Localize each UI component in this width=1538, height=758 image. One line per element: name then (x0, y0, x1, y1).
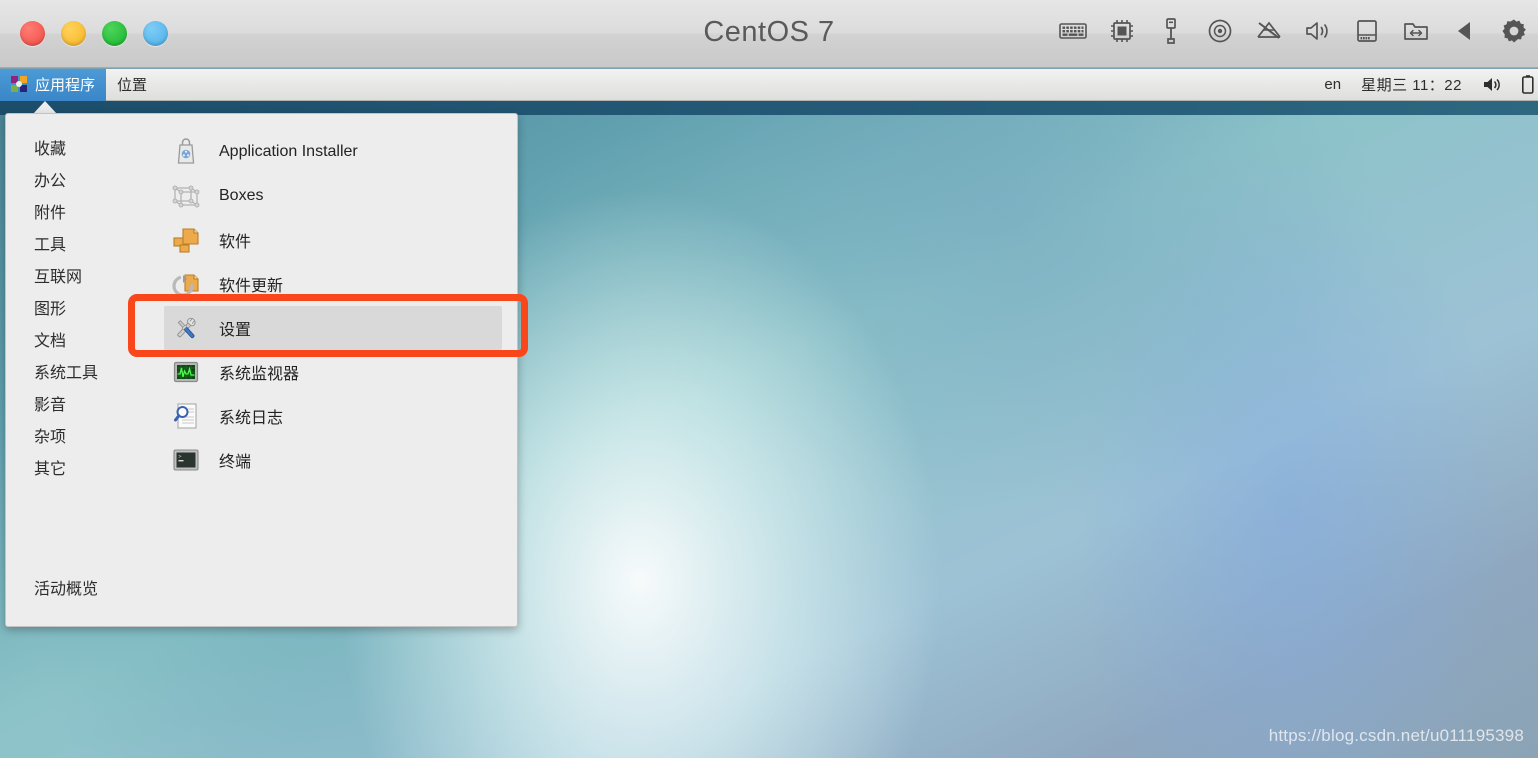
category-list: 收藏 办公 附件 工具 互联网 图形 文档 系统工具 影音 杂项 其它 活动概览 (6, 114, 161, 626)
category-item[interactable]: 杂项 (6, 422, 161, 454)
category-item[interactable]: 收藏 (6, 134, 161, 166)
usb-icon[interactable] (1155, 14, 1187, 48)
keyboard-layout-indicator[interactable]: en (1324, 76, 1341, 93)
hard-drive-icon[interactable] (1351, 14, 1383, 48)
volume-icon[interactable] (1482, 76, 1502, 93)
app-item-software[interactable]: 软件 (164, 218, 502, 262)
app-label: 软件 (219, 234, 252, 251)
software-update-icon (170, 268, 202, 300)
app-label: 软件更新 (219, 278, 284, 295)
vm-window: CentOS 7 应用程序 位置 en 星期三 11：22 https://bl… (0, 0, 1538, 758)
sound-icon[interactable] (1302, 14, 1334, 48)
svg-text:>: > (179, 454, 182, 460)
category-item[interactable]: 工具 (6, 230, 161, 262)
vm-title-bar: CentOS 7 (0, 0, 1538, 68)
clock[interactable]: 星期三 11：22 (1361, 74, 1462, 95)
places-menu-button[interactable]: 位置 (106, 69, 158, 101)
system-monitor-icon (170, 356, 202, 388)
app-label: 系统日志 (219, 410, 284, 427)
battery-icon[interactable] (1522, 75, 1534, 94)
app-label: Boxes (219, 187, 264, 204)
keyboard-icon[interactable] (1057, 14, 1089, 48)
applications-menu-label: 应用程序 (35, 77, 96, 94)
application-installer-icon (170, 136, 202, 168)
back-arrow-icon[interactable] (1449, 14, 1481, 48)
software-icon (170, 224, 202, 256)
category-spacer (6, 486, 161, 574)
settings-gear-icon[interactable] (1498, 14, 1530, 48)
settings-tools-icon (170, 312, 202, 344)
app-label: 系统监视器 (219, 366, 300, 383)
watermark: https://blog.csdn.net/u011195398 (1268, 726, 1524, 745)
app-label: 终端 (219, 454, 252, 471)
centos-logo-icon (11, 76, 28, 93)
app-item-application-installer[interactable]: Application Installer (164, 130, 502, 174)
panel-status-area: en 星期三 11：22 (1324, 74, 1538, 95)
shared-folder-icon[interactable] (1400, 14, 1432, 48)
applications-menu: 收藏 办公 附件 工具 互联网 图形 文档 系统工具 影音 杂项 其它 活动概览… (5, 113, 518, 627)
app-item-terminal[interactable]: > 终端 (164, 438, 502, 482)
applications-menu-button[interactable]: 应用程序 (0, 68, 107, 101)
application-list: Application Installer Boxes 软件 软件更新 设置 系… (161, 114, 517, 626)
processor-icon[interactable] (1106, 14, 1138, 48)
category-item[interactable]: 文档 (6, 326, 161, 358)
gnome-top-panel: 应用程序 位置 en 星期三 11：22 (0, 68, 1538, 101)
category-item[interactable]: 附件 (6, 198, 161, 230)
app-item-settings[interactable]: 设置 (164, 306, 502, 350)
vm-toolbar (1057, 14, 1530, 48)
category-item[interactable]: 办公 (6, 166, 161, 198)
app-item-system-log[interactable]: 系统日志 (164, 394, 502, 438)
places-menu-label: 位置 (117, 77, 148, 94)
terminal-icon: > (170, 444, 202, 476)
boxes-icon (170, 180, 202, 212)
network-disconnected-icon[interactable] (1253, 14, 1285, 48)
app-label: 设置 (219, 322, 252, 339)
category-item[interactable]: 互联网 (6, 262, 161, 294)
app-label: Application Installer (219, 143, 358, 160)
activities-overview-item[interactable]: 活动概览 (6, 574, 161, 606)
system-log-icon (170, 400, 202, 432)
category-item[interactable]: 系统工具 (6, 358, 161, 390)
app-item-boxes[interactable]: Boxes (164, 174, 502, 218)
category-item[interactable]: 图形 (6, 294, 161, 326)
app-item-software-update[interactable]: 软件更新 (164, 262, 502, 306)
category-item[interactable]: 其它 (6, 454, 161, 486)
optical-disc-icon[interactable] (1204, 14, 1236, 48)
app-item-system-monitor[interactable]: 系统监视器 (164, 350, 502, 394)
category-item[interactable]: 影音 (6, 390, 161, 422)
